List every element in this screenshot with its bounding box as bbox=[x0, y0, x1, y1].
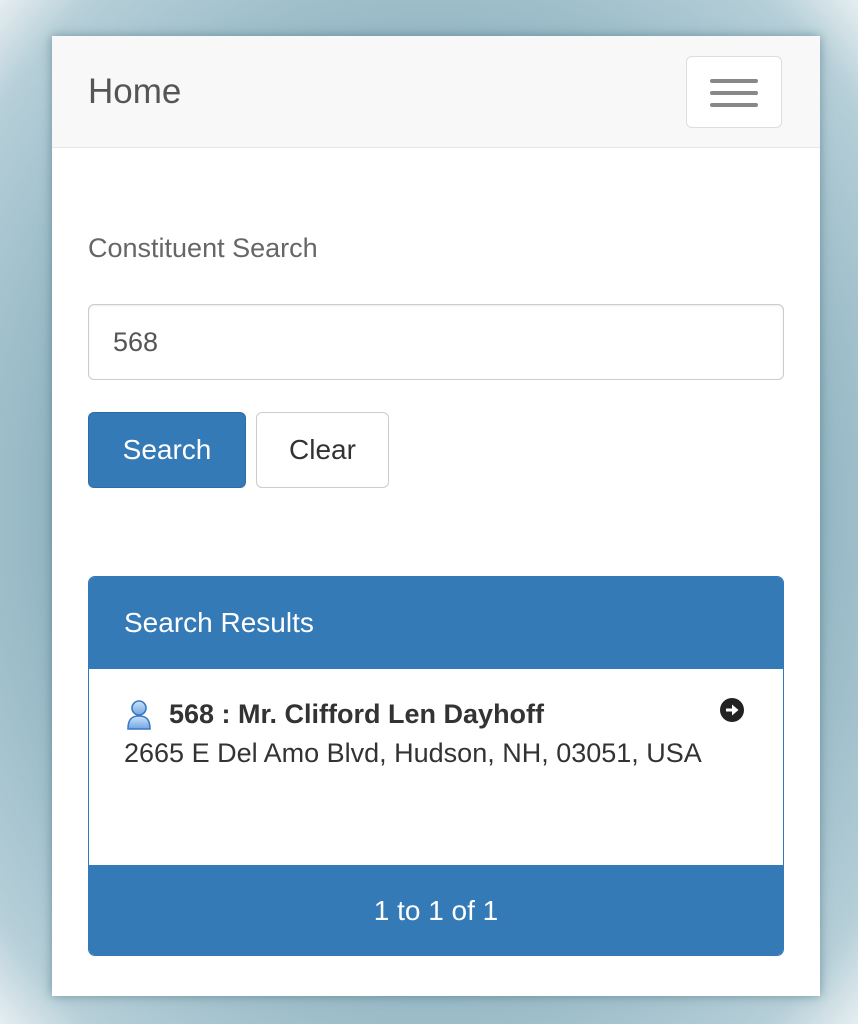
menu-toggle-button[interactable] bbox=[686, 56, 782, 128]
person-icon bbox=[127, 700, 151, 730]
result-title: 568 : Mr. Clifford Len Dayhoff bbox=[169, 699, 545, 729]
navbar: Home bbox=[52, 36, 820, 148]
list-item[interactable]: 568 : Mr. Clifford Len Dayhoff 2665 E De… bbox=[89, 669, 783, 865]
pagination-status: 1 to 1 of 1 bbox=[89, 865, 783, 955]
search-input[interactable] bbox=[88, 304, 784, 380]
result-address: 2665 E Del Amo Blvd, Hudson, NH, 03051, … bbox=[124, 738, 702, 768]
panel-heading: Search Results bbox=[89, 577, 783, 669]
search-results-panel: Search Results 568 : Mr. Clifford Len Da… bbox=[88, 576, 784, 956]
window-frame: Home Constituent Search Search Clear Sea… bbox=[0, 0, 858, 1024]
search-button[interactable]: Search bbox=[88, 412, 246, 488]
search-label: Constituent Search bbox=[88, 233, 318, 263]
app-window: Home Constituent Search Search Clear Sea… bbox=[52, 36, 820, 996]
navbar-brand-home[interactable]: Home bbox=[88, 72, 181, 112]
clear-button[interactable]: Clear bbox=[256, 412, 389, 488]
arrow-right-circle-icon[interactable] bbox=[719, 697, 745, 723]
